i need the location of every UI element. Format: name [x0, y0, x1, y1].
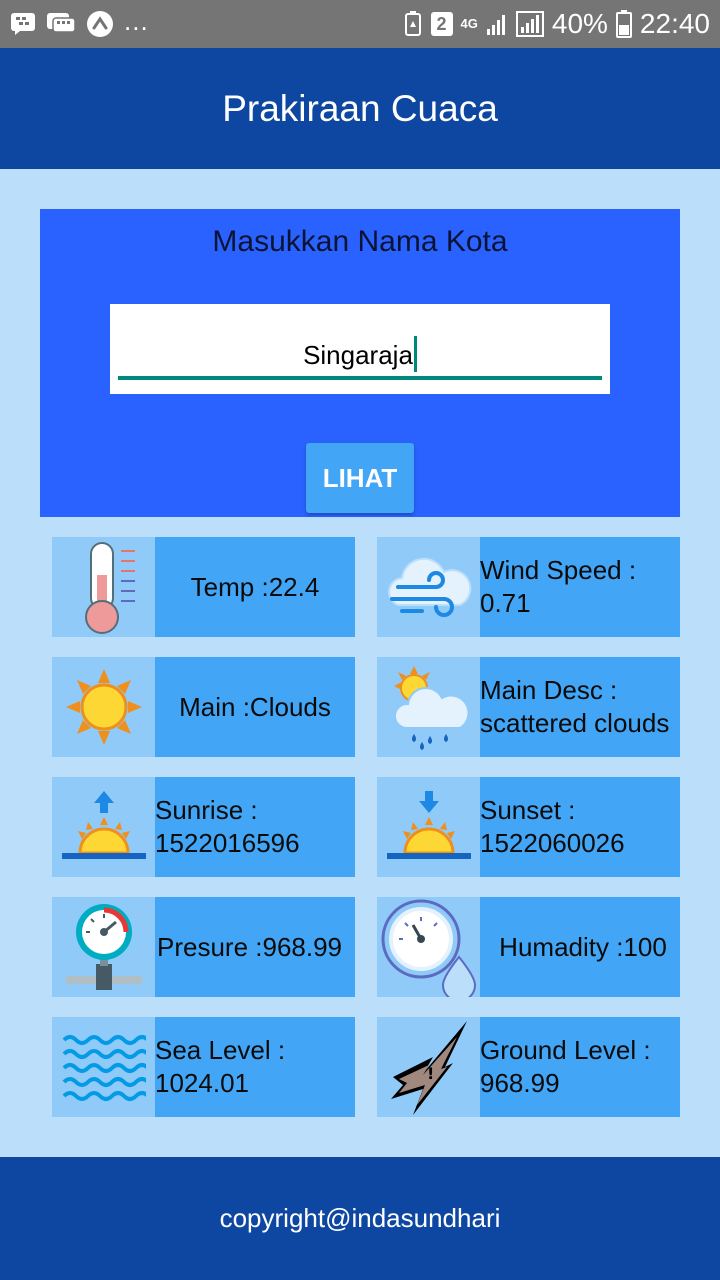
sunrise-value: Sunrise : 1522016596 — [155, 777, 355, 877]
sea-level-value: Sea Level : 1024.01 — [155, 1017, 355, 1117]
text-cursor — [413, 336, 417, 372]
status-bar: ... 2 4G 40% 22:40 — [0, 0, 720, 48]
pressure-value: Presure :968.99 — [155, 897, 355, 997]
sea-level-card: Sea Level : 1024.01 — [52, 1017, 355, 1117]
ground-level-value: Ground Level : 968.99 — [480, 1017, 680, 1117]
city-input-value: Singaraja — [303, 340, 413, 370]
wind-card: Wind Speed : 0.71 — [377, 537, 680, 637]
main-card: Main :Clouds — [52, 657, 355, 757]
bbm-notification-icon-2 — [46, 12, 76, 36]
sun-icon — [52, 657, 155, 757]
temp-card: Temp :22.4 — [52, 537, 355, 637]
sunset-value: Sunset : 1522060026 — [480, 777, 680, 877]
battery-saver-icon — [403, 11, 423, 37]
wind-speed-value: Wind Speed : 0.71 — [480, 537, 680, 637]
signal-icon — [486, 12, 508, 36]
city-search-panel: Masukkan Nama Kota Singaraja LIHAT — [40, 209, 680, 517]
bbm-notification-icon — [10, 12, 36, 36]
copyright-text: copyright@indasundhari — [219, 1203, 501, 1233]
wind-cloud-icon — [377, 537, 480, 637]
sunrise-card: Sunrise : 1522016596 — [52, 777, 355, 877]
svg-text:!: ! — [427, 1064, 434, 1083]
earthquake-icon: ! — [377, 1017, 480, 1117]
battery-percent: 40% — [551, 8, 608, 39]
temp-value: Temp :22.4 — [155, 537, 355, 637]
input-underline — [118, 376, 602, 380]
network-type-icon: 4G — [460, 16, 478, 31]
app-notification-icon — [86, 10, 114, 38]
humidity-card: Humadity :100 — [377, 897, 680, 997]
system-status: 2 4G 40% 22:40 — [403, 8, 710, 40]
pressure-gauge-icon — [52, 897, 155, 997]
main-value: Main :Clouds — [155, 657, 355, 757]
city-search-title: Masukkan Nama Kota — [212, 225, 508, 258]
pressure-card: Presure :968.99 — [52, 897, 355, 997]
sunset-card: Sunset : 1522060026 — [377, 777, 680, 877]
signal-icon-2 — [515, 11, 544, 37]
sim-2-icon: 2 — [430, 12, 453, 36]
sunrise-icon — [52, 777, 155, 877]
ground-level-card: ! Ground Level : 968.99 — [377, 1017, 680, 1117]
sunset-icon — [377, 777, 480, 877]
humidity-value: Humadity :100 — [480, 897, 680, 997]
main-desc-card: Main Desc : scattered clouds — [377, 657, 680, 757]
more-notifications-indicator: ... — [124, 5, 149, 36]
app-bar: Prakiraan Cuaca — [0, 48, 720, 169]
footer: copyright@indasundhari — [0, 1157, 720, 1280]
notification-icons: ... — [10, 6, 403, 38]
battery-icon — [615, 10, 632, 38]
lihat-button[interactable]: LIHAT — [306, 443, 414, 513]
sun-rain-cloud-icon — [377, 657, 480, 757]
city-input[interactable]: Singaraja — [110, 304, 610, 394]
clock: 22:40 — [639, 8, 710, 39]
waves-icon — [52, 1017, 155, 1117]
thermometer-icon — [52, 537, 155, 637]
humidity-gauge-icon — [377, 897, 480, 997]
app-title: Prakiraan Cuaca — [222, 87, 498, 129]
main-desc-value: Main Desc : scattered clouds — [480, 657, 680, 757]
